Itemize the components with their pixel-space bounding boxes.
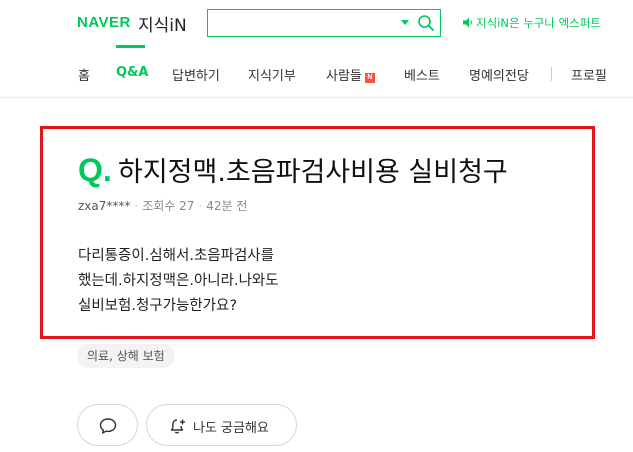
nav-people[interactable]: 사람들 N xyxy=(326,65,375,84)
nav-profile[interactable]: 프로필 xyxy=(571,65,607,84)
nav-people-label: 사람들 xyxy=(326,69,362,84)
question-body-line: 실비보험.청구가능한가요? xyxy=(78,298,238,314)
search-icon[interactable] xyxy=(417,14,435,32)
nav-qna[interactable]: Q&A xyxy=(116,65,148,80)
kin-logo[interactable]: 지식iN xyxy=(138,11,187,36)
author-id[interactable]: zxa7**** xyxy=(78,199,130,213)
question-body-line: 다리통증이.심해서.초음파검사를 xyxy=(78,248,274,264)
dropdown-icon[interactable] xyxy=(401,20,409,25)
question-body-line: 했는데.하지정맥은.아니라.나와도 xyxy=(78,273,279,289)
naver-logo[interactable]: NAVER xyxy=(77,14,131,31)
expert-promo-link[interactable]: 지식iN은 누구나 엑스퍼트 xyxy=(463,15,601,31)
me-too-curious-button[interactable]: 나도 궁금해요 xyxy=(146,404,297,446)
comment-button[interactable] xyxy=(77,404,138,446)
search-box xyxy=(207,9,441,37)
new-badge: N xyxy=(364,73,375,83)
category-tag[interactable]: 의료, 상해 보험 xyxy=(77,344,175,368)
me-too-curious-label: 나도 궁금해요 xyxy=(193,421,269,436)
meta-separator: · xyxy=(134,199,139,213)
active-tab-indicator xyxy=(116,45,145,48)
question-title: 하지정맥.초음파검사비용 실비청구 xyxy=(118,157,508,188)
search-input[interactable] xyxy=(214,14,398,34)
nav-donate[interactable]: 지식기부 xyxy=(248,65,296,84)
view-count: 조회수 27 xyxy=(142,199,195,213)
meta-separator: · xyxy=(198,199,203,213)
question-body: 다리통증이.심해서.초음파검사를 했는데.하지정맥은.아니라.나와도 실비보험.… xyxy=(78,244,279,319)
expert-promo-text: 지식iN은 누구나 엑스퍼트 xyxy=(476,16,601,30)
question-mark-icon: Q. xyxy=(78,152,112,188)
comment-icon xyxy=(99,418,117,434)
speaker-icon xyxy=(463,17,472,28)
bell-plus-icon xyxy=(170,419,185,434)
nav-hall-of-fame[interactable]: 명예의전당 xyxy=(469,65,529,84)
post-time: 42분 전 xyxy=(206,199,248,213)
nav-home[interactable]: 홈 xyxy=(78,65,90,84)
question-meta: zxa7**** · 조회수 27 · 42분 전 xyxy=(78,197,247,214)
header: NAVER 지식iN 지식iN은 누구나 엑스퍼트 xyxy=(0,0,633,50)
main-nav: 홈 Q&A 답변하기 지식기부 사람들 N 베스트 명예의전당 프로필 xyxy=(0,50,633,98)
nav-answer[interactable]: 답변하기 xyxy=(172,65,220,84)
nav-best[interactable]: 베스트 xyxy=(404,65,440,84)
nav-divider xyxy=(551,67,552,81)
